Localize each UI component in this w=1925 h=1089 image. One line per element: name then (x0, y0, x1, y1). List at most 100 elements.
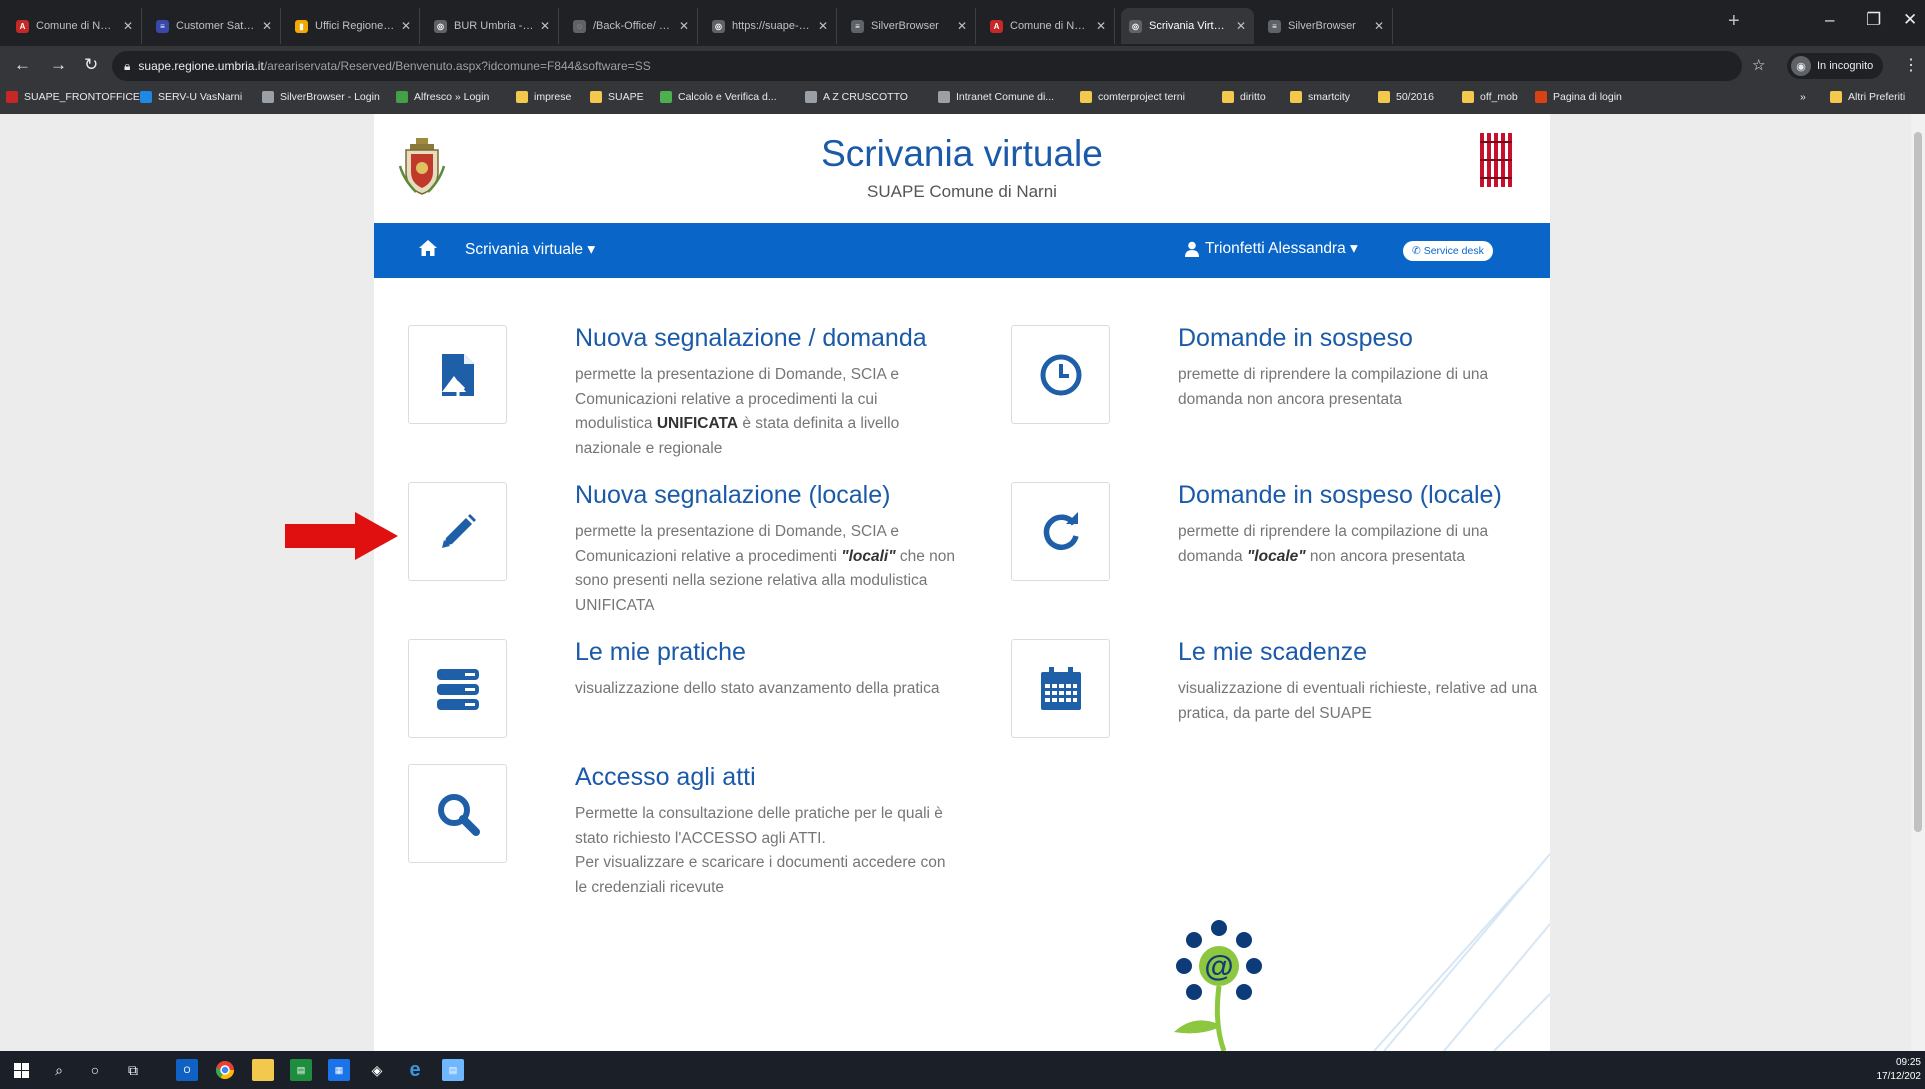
tab-close-icon[interactable]: ✕ (1374, 19, 1384, 33)
browser-tab[interactable]: ≡ Customer Satisfacti ✕ (148, 8, 281, 44)
forward-icon[interactable]: → (50, 55, 67, 75)
bookmark-item[interactable]: imprese (516, 91, 571, 103)
bookmark-item[interactable]: SilverBrowser - Login (262, 91, 380, 103)
page-scrollbar[interactable] (1911, 114, 1925, 1051)
bookmark-item[interactable]: diritto (1222, 91, 1266, 103)
bookmark-label: A Z CRUSCOTTO (823, 91, 908, 103)
task-view-icon[interactable]: ⧉ (122, 1059, 144, 1081)
bookmark-item[interactable]: SUAPE_FRONTOFFICE (6, 91, 140, 103)
browser-tab[interactable]: ▮ Uffici Regione Umbr ✕ (287, 8, 420, 44)
accesso-agli-atti-link[interactable]: Accesso agli atti (575, 763, 756, 792)
domande-in-sospeso-locale-link[interactable]: Domande in sospeso (locale) (1178, 481, 1502, 510)
cortana-icon[interactable]: ○ (84, 1059, 106, 1081)
new-tab-button[interactable]: + (1728, 10, 1740, 33)
chrome-icon[interactable] (214, 1059, 236, 1081)
nuova-segnalazione-locale-link[interactable]: Nuova segnalazione (locale) (575, 481, 890, 510)
bookmark-label: Pagina di login (1553, 91, 1622, 103)
browser-tab[interactable]: ◎ Scrivania Virtuale ✕ (1121, 8, 1254, 44)
tab-close-icon[interactable]: ✕ (1236, 19, 1246, 33)
url-bar[interactable]: 🔒︎ suape.regione.umbria.it/areariservata/… (112, 51, 1742, 81)
restore-icon[interactable]: ❐ (1866, 10, 1881, 30)
nuova-segnalazione-link[interactable]: Nuova segnalazione / domanda (575, 324, 927, 353)
user-icon (1185, 241, 1199, 257)
bookmark-item[interactable]: Calcolo e Verifica d... (660, 91, 777, 103)
red-annotation-arrow (285, 512, 398, 560)
search-taskbar-icon[interactable]: ⌕ (48, 1059, 70, 1081)
document-icon[interactable]: ▤ (442, 1059, 464, 1081)
bookmark-item[interactable]: A Z CRUSCOTTO (805, 91, 908, 103)
service-desk-button[interactable]: ✆ Service desk (1403, 241, 1493, 261)
scrollbar-thumb[interactable] (1914, 132, 1922, 832)
browser-tab[interactable]: ≡ SilverBrowser ✕ (843, 8, 976, 44)
back-icon[interactable]: ← (14, 55, 31, 75)
browser-menu-icon[interactable]: ⋮ (1903, 55, 1919, 75)
nuova-segnalazione-locale-tile[interactable] (408, 482, 507, 581)
incognito-indicator[interactable]: ◉ In incognito (1787, 53, 1884, 79)
outlook-calendar-icon[interactable]: ▦ (328, 1059, 350, 1081)
url-host: suape.regione.umbria.it (138, 59, 264, 73)
accesso-agli-atti-tile[interactable] (408, 764, 507, 863)
sheets-icon[interactable]: ▤ (290, 1059, 312, 1081)
browser-tab[interactable]: A Comune di Narni - ✕ (8, 8, 142, 44)
bookmark-icon (938, 91, 950, 103)
le-mie-pratiche-tile[interactable] (408, 639, 507, 738)
bookmark-item[interactable]: smartcity (1290, 91, 1350, 103)
close-window-icon[interactable]: ✕ (1903, 10, 1917, 30)
pencil-icon (441, 513, 476, 548)
minimize-icon[interactable]: – (1825, 10, 1834, 30)
tab-close-icon[interactable]: ✕ (679, 19, 689, 33)
reload-icon[interactable]: ↻ (84, 55, 98, 75)
bookmark-item[interactable]: Alfresco » Login (396, 91, 489, 103)
bookmark-item[interactable]: SERV-U VasNarni (140, 91, 242, 103)
tab-close-icon[interactable]: ✕ (123, 19, 133, 33)
le-mie-pratiche-link[interactable]: Le mie pratiche (575, 638, 746, 667)
tab-favicon-icon: ≡ (156, 19, 169, 33)
bookmark-item[interactable]: comterproject terni (1080, 91, 1185, 103)
le-mie-scadenze-link[interactable]: Le mie scadenze (1178, 638, 1367, 667)
clock-time: 09:25 (1895, 1057, 1921, 1068)
bookmark-item[interactable]: SUAPE (590, 91, 644, 103)
bookmark-icon (516, 91, 528, 103)
file-explorer-icon[interactable] (252, 1059, 274, 1081)
bookmark-label: SUAPE_FRONTOFFICE (24, 91, 140, 103)
domande-in-sospeso-description: premette di riprendere la compilazione d… (1178, 366, 1489, 408)
tab-close-icon[interactable]: ✕ (262, 19, 272, 33)
tab-close-icon[interactable]: ✕ (1096, 19, 1106, 33)
regione-umbria-logo (1477, 131, 1515, 189)
tab-close-icon[interactable]: ✕ (957, 19, 967, 33)
system-clock[interactable]: 09:25 17/12/202 (1877, 1056, 1922, 1084)
other-bookmarks-folder[interactable]: Altri Preferiti (1830, 91, 1905, 103)
browser-tab[interactable]: A Comune di Narni - ✕ (982, 8, 1115, 44)
bookmark-item[interactable]: Pagina di login (1535, 91, 1622, 103)
bookmark-item[interactable]: off_mob (1462, 91, 1518, 103)
tab-close-icon[interactable]: ✕ (540, 19, 550, 33)
bookmark-item[interactable]: 50/2016 (1378, 91, 1434, 103)
nuova-segnalazione-tile[interactable] (408, 325, 507, 424)
tab-close-icon[interactable]: ✕ (401, 19, 411, 33)
tab-favicon-icon: ◌ (573, 19, 586, 33)
scrivania-virtuale-menu[interactable]: Scrivania virtuale ▾ (465, 240, 595, 259)
app-icon[interactable]: ◈ (366, 1059, 388, 1081)
outlook-icon[interactable]: O (176, 1059, 198, 1081)
url-path: /areariservata/Reserved/Benvenuto.aspx?i… (263, 59, 651, 73)
domande-in-sospeso-locale-tile[interactable] (1011, 482, 1110, 581)
home-icon[interactable] (418, 239, 438, 257)
bookmark-label: smartcity (1308, 91, 1350, 103)
browser-tab[interactable]: ◎ https://suape-bo.re ✕ (704, 8, 837, 44)
domande-in-sospeso-link[interactable]: Domande in sospeso (1178, 324, 1413, 353)
tab-close-icon[interactable]: ✕ (818, 19, 828, 33)
browser-tab[interactable]: ◎ BUR Umbria - Serie ✕ (426, 8, 559, 44)
browser-tab[interactable]: ≡ SilverBrowser ✕ (1260, 8, 1393, 44)
start-menu-icon[interactable] (10, 1059, 32, 1081)
bookmarks-more-button[interactable]: » (1800, 91, 1806, 103)
user-name: Trionfetti Alessandra ▾ (1205, 240, 1358, 257)
bookmark-item[interactable]: Intranet Comune di... (938, 91, 1054, 103)
nuova-segnalazione-locale-description: permette la presentazione di Domande, SC… (575, 523, 956, 614)
domande-in-sospeso-tile[interactable] (1011, 325, 1110, 424)
internet-explorer-icon[interactable]: e (404, 1059, 426, 1081)
bookmark-star-icon[interactable]: ☆ (1752, 56, 1765, 74)
bookmark-icon (262, 91, 274, 103)
browser-tab[interactable]: ◌ /Back-Office/ - Det ✕ (565, 8, 698, 44)
user-menu[interactable]: Trionfetti Alessandra ▾ (1184, 239, 1358, 258)
le-mie-scadenze-tile[interactable] (1011, 639, 1110, 738)
